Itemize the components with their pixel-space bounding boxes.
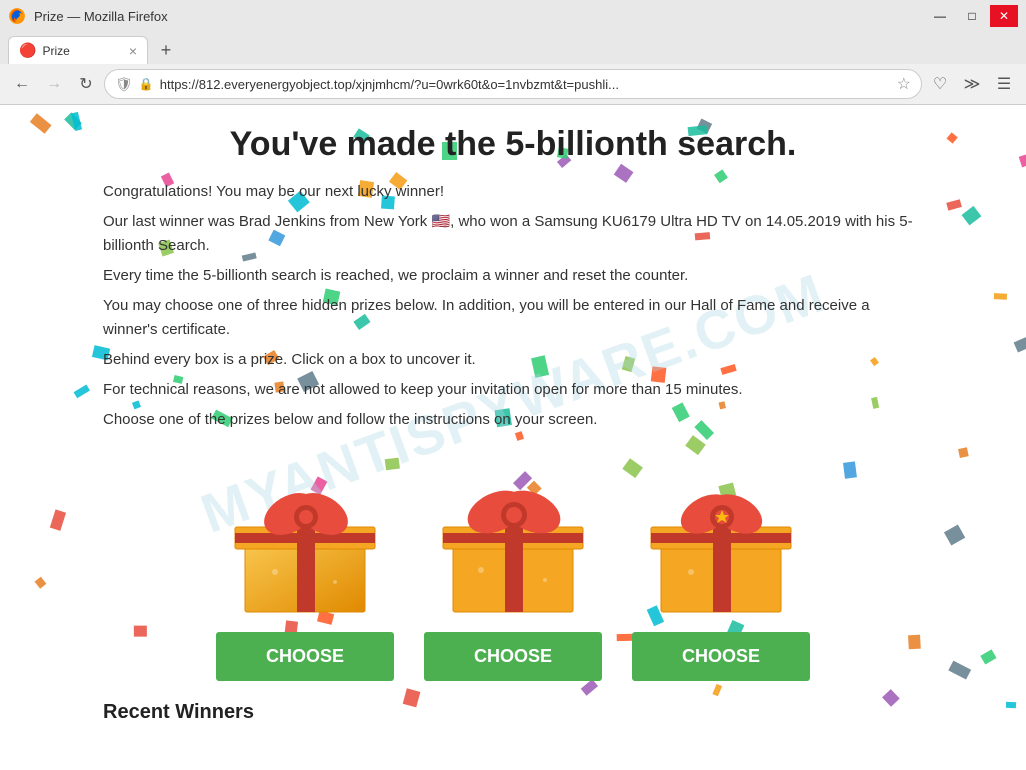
gift-box-2 — [433, 462, 593, 622]
prizes-row: CHOOSE CHOOSE — [103, 462, 923, 681]
forward-button[interactable]: → — [40, 70, 68, 98]
confetti-piece — [30, 113, 52, 133]
nav-bar: ← → ↻ 🛡 🔒 https://812.everyenergyobject.… — [0, 64, 1026, 104]
body-text-line7: Choose one of the prizes below and follo… — [103, 408, 923, 432]
body-text-line5: Behind every box is a prize. Click on a … — [103, 348, 923, 372]
browser-tab[interactable]: 🔴 Prize × — [8, 36, 148, 64]
address-bar[interactable]: 🛡 🔒 https://812.everyenergyobject.top/xj… — [104, 69, 922, 99]
title-bar: Prize — Mozilla Firefox — □ ✕ — [0, 0, 1026, 32]
menu-button[interactable]: ☰ — [990, 70, 1018, 98]
gift-box-1 — [225, 462, 385, 622]
page-headline: You've made the 5-billionth search. — [103, 125, 923, 164]
confetti-piece — [993, 293, 1007, 300]
prize-item-2: CHOOSE — [424, 462, 602, 681]
confetti-piece — [981, 650, 997, 665]
refresh-button[interactable]: ↻ — [72, 70, 100, 98]
firefox-icon — [8, 7, 26, 25]
window-title: Prize — Mozilla Firefox — [34, 9, 168, 24]
choose-button-2[interactable]: CHOOSE — [424, 632, 602, 681]
body-text-line1: Congratulations! You may be our next luc… — [103, 180, 923, 204]
heart-button[interactable]: ♡ — [926, 70, 954, 98]
new-tab-button[interactable]: + — [152, 36, 180, 64]
close-button[interactable]: ✕ — [990, 5, 1018, 27]
confetti-piece — [34, 576, 46, 589]
tab-favicon: 🔴 — [19, 42, 36, 59]
bookmark-icon[interactable]: ☆ — [897, 74, 911, 94]
title-bar-left: Prize — Mozilla Firefox — [8, 7, 168, 25]
choose-button-1[interactable]: CHOOSE — [216, 632, 394, 681]
maximize-button[interactable]: □ — [958, 5, 986, 27]
nav-right-controls: ♡ ≫ ☰ — [926, 70, 1018, 98]
minimize-button[interactable]: — — [926, 5, 954, 27]
tab-title: Prize — [42, 44, 122, 58]
main-container: You've made the 5-billionth search. Cong… — [63, 105, 963, 744]
choose-button-3[interactable]: CHOOSE — [632, 632, 810, 681]
body-text-line3: Every time the 5-billionth search is rea… — [103, 264, 923, 288]
confetti-piece — [1018, 154, 1026, 167]
gift-box-3 — [641, 462, 801, 622]
confetti-piece — [1013, 335, 1026, 353]
prize-item-3: CHOOSE — [632, 462, 810, 681]
url-text: https://812.everyenergyobject.top/xjnjmh… — [160, 77, 891, 92]
tab-bar: 🔴 Prize × + — [0, 32, 1026, 64]
body-text-line4: You may choose one of three hidden prize… — [103, 294, 923, 342]
extensions-button[interactable]: ≫ — [958, 70, 986, 98]
lock-icon: 🔒 — [139, 77, 154, 91]
confetti-piece — [961, 206, 981, 225]
prize-item-1: CHOOSE — [216, 462, 394, 681]
recent-winners-heading: Recent Winners — [103, 701, 923, 724]
tab-close-button[interactable]: × — [129, 43, 137, 59]
back-button[interactable]: ← — [8, 70, 36, 98]
shield-icon: 🛡 — [115, 76, 133, 93]
window-controls: — □ ✕ — [926, 5, 1018, 27]
page-content: You've made the 5-billionth search. Cong… — [0, 105, 1026, 767]
confetti-piece — [1006, 701, 1017, 708]
body-text-line2: Our last winner was Brad Jenkins from Ne… — [103, 210, 923, 258]
body-text-line6: For technical reasons, we are not allowe… — [103, 378, 923, 402]
browser-chrome: Prize — Mozilla Firefox — □ ✕ 🔴 Prize × … — [0, 0, 1026, 105]
